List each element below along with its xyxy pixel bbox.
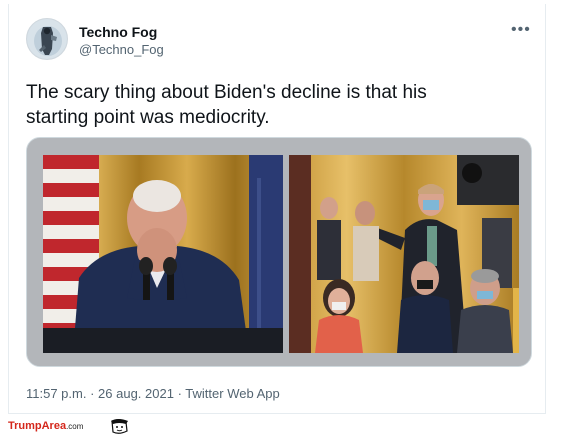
tweet-text-line-1: The scary thing about Biden's decline is… xyxy=(26,82,427,103)
tweet-metadata: 11:57 p.m. · 26 aug. 2021 · Twitter Web … xyxy=(26,386,280,401)
timestamp-date[interactable]: 26 aug. 2021 xyxy=(98,386,174,401)
avatar-image xyxy=(27,19,67,59)
watermark-face-icon xyxy=(111,419,128,434)
tweet-card: Techno Fog @Techno_Fog ••• The scary thi… xyxy=(8,4,546,414)
meta-separator-1: · xyxy=(90,386,99,401)
tweet-source-link[interactable]: Twitter Web App xyxy=(185,386,279,401)
watermark-brand: TrumpArea xyxy=(8,420,67,432)
author-handle[interactable]: @Techno_Fog xyxy=(79,42,164,57)
tweet-media-image[interactable] xyxy=(26,137,532,367)
author-display-name[interactable]: Techno Fog xyxy=(79,24,157,40)
tweet-text: The scary thing about Biden's decline is… xyxy=(26,80,506,130)
left-panel xyxy=(43,155,283,353)
timestamp-time[interactable]: 11:57 p.m. xyxy=(26,386,86,401)
watermark-domain: .com xyxy=(66,422,84,431)
tweet-text-line-2: starting point was mediocrity. xyxy=(26,107,270,128)
more-options-icon[interactable]: ••• xyxy=(511,21,531,39)
press-conference-photo xyxy=(27,138,531,366)
right-panel xyxy=(289,155,519,353)
author-avatar[interactable] xyxy=(26,18,68,60)
site-watermark: TrumpArea.com xyxy=(8,420,83,432)
